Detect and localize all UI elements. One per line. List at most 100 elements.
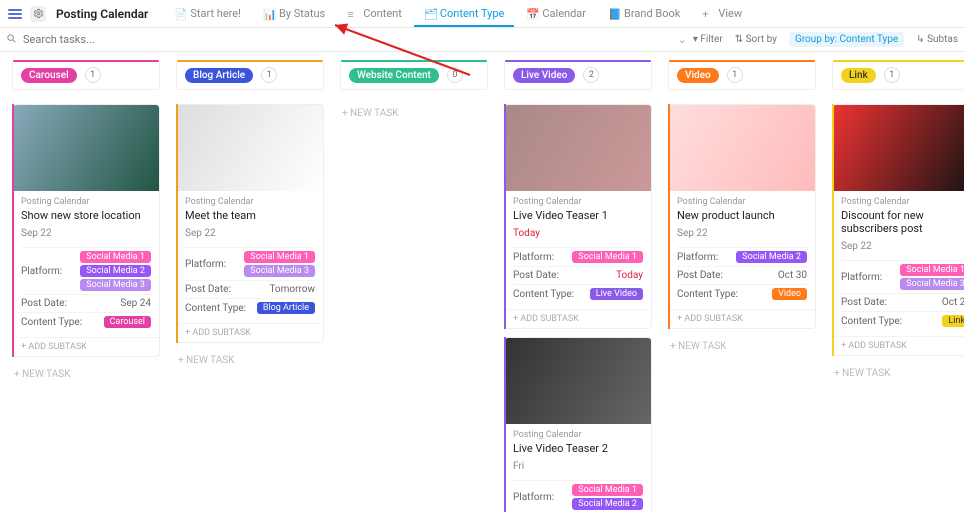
card-project: Posting Calendar — [21, 197, 151, 207]
tab-calendar[interactable]: 📅 Calendar — [516, 1, 596, 26]
task-card[interactable]: Posting CalendarNew product launchSep 22… — [668, 104, 816, 329]
new-task-button[interactable]: + NEW TASK — [668, 337, 816, 356]
tag: Carousel — [104, 316, 151, 328]
new-task-button[interactable]: + NEW TASK — [340, 104, 488, 123]
add-subtask-button[interactable]: + ADD SUBTASK — [13, 337, 159, 356]
column-header[interactable]: Blog Article1 — [176, 60, 324, 90]
field-label: Platform: — [513, 492, 554, 503]
card-project: Posting Calendar — [185, 197, 315, 207]
tab-label: Calendar — [542, 7, 586, 20]
field-label: Platform: — [513, 252, 554, 263]
new-task-button[interactable]: + NEW TASK — [832, 364, 964, 383]
new-task-button[interactable]: + NEW TASK — [12, 365, 160, 384]
column-header[interactable]: Video1 — [668, 60, 816, 90]
card-title: Discount for new subscribers post — [841, 209, 964, 235]
card-field: Platform: Social Media 1Social Media 2Soc… — [21, 247, 151, 294]
tab-content[interactable]: ≡ Content — [337, 1, 412, 26]
card-image — [13, 105, 159, 191]
field-value: Sep 24 — [120, 298, 151, 309]
column-chip: Website Content — [349, 68, 439, 83]
card-project: Posting Calendar — [513, 430, 643, 440]
card-field: Content Type: Carousel — [21, 312, 151, 331]
card-field: Post Date: Sep 24 — [21, 294, 151, 312]
add-subtask-button[interactable]: + ADD SUBTASK — [177, 323, 323, 342]
add-subtask-button[interactable]: + ADD SUBTASK — [505, 309, 651, 328]
column-header[interactable]: Link 1 — [832, 60, 964, 90]
column-website-content: Website Content 0 + NEW TASK — [340, 60, 488, 504]
add-subtask-button[interactable]: + ADD SUBTASK — [833, 336, 964, 355]
tag-stack: Social Media 1 — [572, 251, 643, 263]
add-subtask-button[interactable]: + ADD SUBTASK — [669, 309, 815, 328]
card-title: Live Video Teaser 2 — [513, 442, 643, 455]
field-label: Platform: — [185, 259, 226, 270]
tag: Social Media 3 — [80, 279, 151, 291]
card-image — [177, 105, 323, 191]
card-field: Content Type:Blog Article — [185, 298, 315, 317]
field-label: Platform: — [21, 266, 62, 277]
chevron-down-icon[interactable]: ⌄ — [678, 33, 687, 46]
column-count: 2 — [583, 67, 599, 83]
tab-brand-book[interactable]: 📘 Brand Book — [598, 1, 690, 26]
filter-button[interactable]: ▾ Filter — [693, 34, 723, 45]
page-icon: 📄 — [174, 8, 186, 20]
column-link: Link 1 Posting CalendarDiscount for new su… — [832, 60, 964, 504]
field-label: Post Date: — [21, 298, 67, 309]
tag: Social Media 1 — [244, 251, 315, 263]
card-field: Platform:Social Media 2 — [677, 247, 807, 266]
field-label: Post Date: — [185, 284, 231, 295]
card-field: Platform:Social Media 1Social Media 3 — [841, 260, 964, 293]
card-title: Meet the team — [185, 209, 315, 222]
list-icon: ≡ — [347, 8, 359, 20]
task-card[interactable]: Posting CalendarDiscount for new subscri… — [832, 104, 964, 356]
tab-label: Content Type — [440, 7, 505, 20]
field-label: Post Date: — [513, 270, 559, 281]
settings-icon[interactable] — [30, 6, 46, 22]
field-label: Content Type: — [21, 317, 82, 328]
new-task-button[interactable]: + NEW TASK — [176, 351, 324, 370]
tag: Live Video — [590, 288, 643, 300]
search-input[interactable] — [23, 33, 672, 46]
field-value: Oct 23 — [942, 297, 964, 308]
card-date: Sep 22 — [185, 228, 315, 239]
cal-icon: 📅 — [526, 8, 538, 20]
column-header[interactable]: Live Video2 — [504, 60, 652, 90]
card-date: Sep 22 — [841, 241, 964, 252]
column-count: 1 — [884, 67, 900, 83]
menu-icon[interactable] — [6, 5, 24, 23]
column-live-video: Live Video2Posting CalendarLive Video Te… — [504, 60, 652, 504]
card-title: Live Video Teaser 1 — [513, 209, 643, 222]
column-count: 0 — [447, 67, 463, 83]
tag: Video — [772, 288, 807, 300]
doc-icon: 📘 — [608, 8, 620, 20]
tab-label: Brand Book — [624, 7, 680, 20]
tag-stack: Social Media 1Social Media 2Social Media… — [80, 251, 151, 291]
tab-by-status[interactable]: 📊By Status — [253, 1, 335, 26]
tab-start-here-[interactable]: 📄 Start here! — [164, 1, 251, 26]
tag-stack: Social Media 2 — [736, 251, 807, 263]
tab-label: Content — [363, 7, 402, 20]
group-by-pill[interactable]: Group by: Content Type — [789, 32, 904, 47]
card-field: Post Date:Tomorrow — [185, 280, 315, 298]
column-header[interactable]: Carousel1 — [12, 60, 160, 90]
tag-stack: Social Media 1Social Media 3 — [900, 264, 964, 290]
card-date: Sep 22 — [677, 228, 807, 239]
task-card[interactable]: Posting Calendar Meet the team Sep 22 Platf… — [176, 104, 324, 343]
card-date: Sep 22 — [21, 228, 151, 239]
sort-button[interactable]: ⇅ Sort by — [735, 34, 777, 45]
tab-view[interactable]: +View — [692, 1, 752, 26]
tab-label: Start here! — [190, 7, 241, 20]
task-card[interactable]: Posting CalendarLive Video Teaser 2FriPl… — [504, 337, 652, 512]
card-field: Post Date:Oct 30 — [677, 266, 807, 284]
task-card[interactable]: Posting CalendarShow new store locationS… — [12, 104, 160, 357]
column-header[interactable]: Website Content 0 — [340, 60, 488, 90]
column-count: 1 — [85, 67, 101, 83]
tag-stack: Carousel — [104, 316, 151, 328]
tab-content-type[interactable]: 🗂Content Type — [414, 1, 515, 26]
task-card[interactable]: Posting CalendarLive Video Teaser 1Today… — [504, 104, 652, 329]
tag: Social Media 1 — [572, 484, 643, 496]
card-image — [505, 105, 651, 191]
subtask-toggle[interactable]: ↳ Subtas — [916, 34, 958, 45]
column-chip: Link — [841, 68, 876, 83]
field-label: Content Type: — [677, 289, 738, 300]
page-title: Posting Calendar — [56, 7, 148, 21]
